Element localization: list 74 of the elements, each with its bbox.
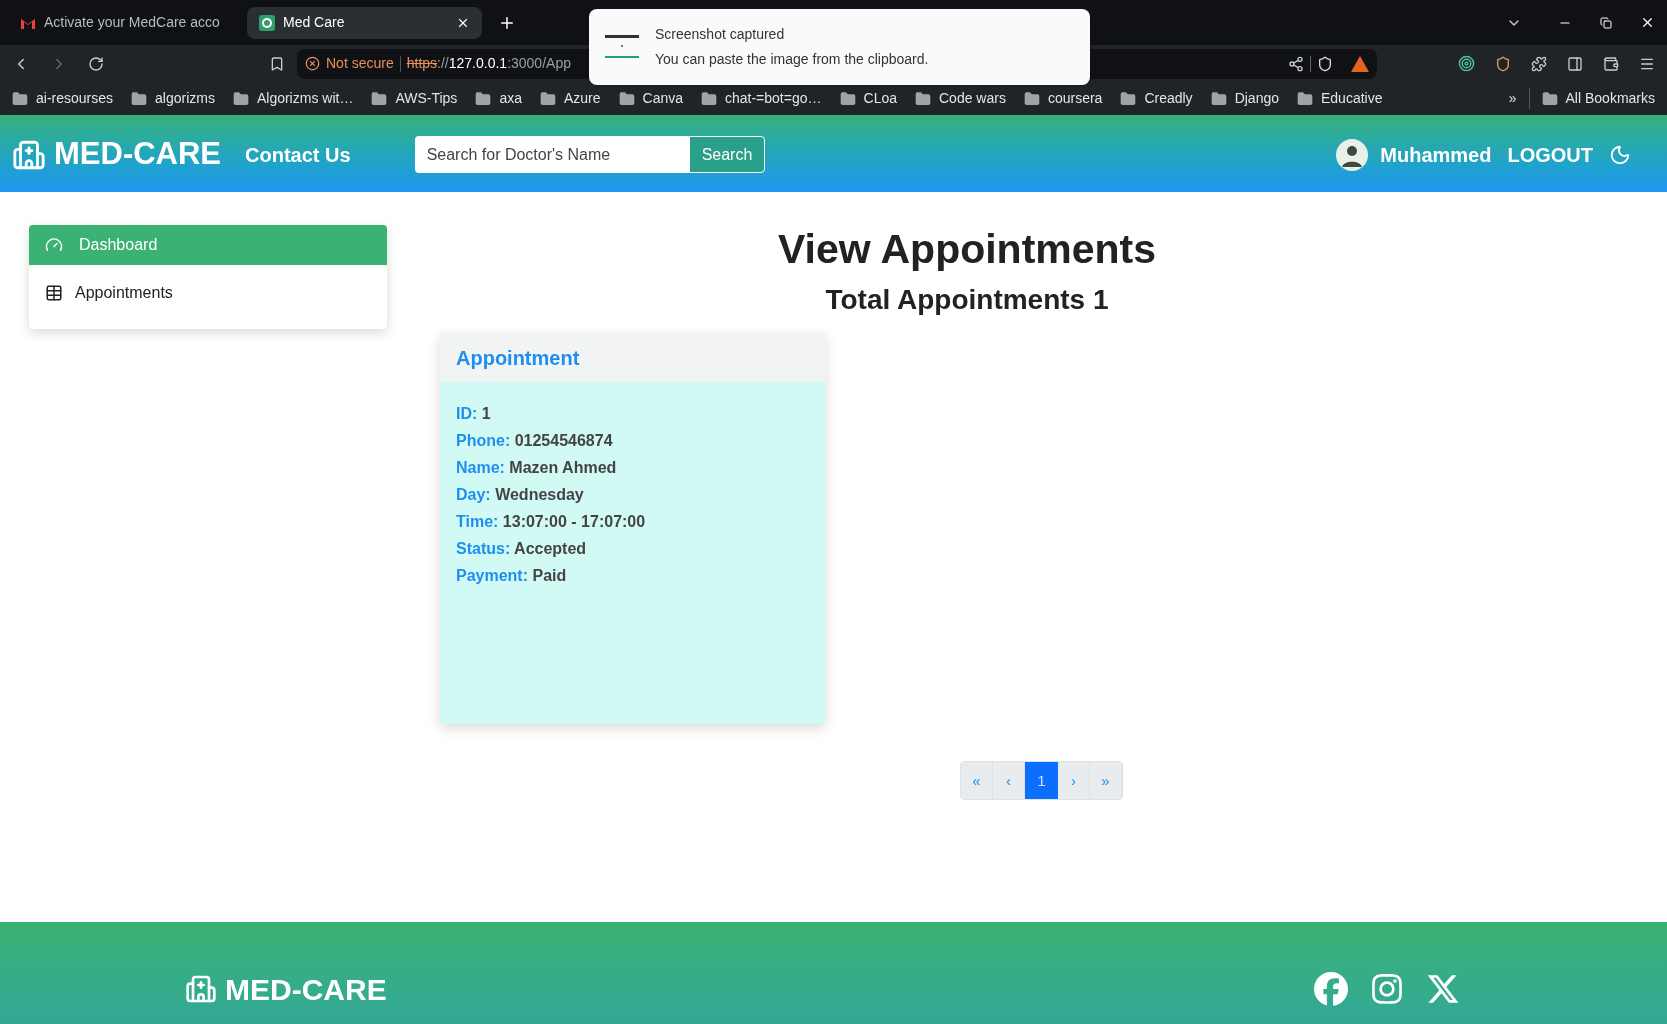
site-icon — [259, 14, 275, 31]
folder-icon — [1297, 90, 1313, 107]
bookmark-item[interactable]: ai-resourses — [12, 88, 114, 109]
folder-icon — [701, 90, 717, 107]
folder-icon — [539, 90, 556, 107]
bookmark-item[interactable]: chat-=bot=go… — [701, 88, 822, 109]
bookmark-item[interactable]: algorizms — [131, 88, 215, 109]
folder-icon — [915, 90, 931, 107]
bookmark-item[interactable]: Azure — [539, 88, 601, 109]
more-bookmarks[interactable]: » — [1508, 88, 1517, 109]
x-icon[interactable] — [1426, 972, 1460, 1006]
bookmark-item[interactable]: Django — [1210, 88, 1279, 109]
bookmark-item[interactable]: AWS-Tips — [371, 88, 458, 109]
sidebar-icon[interactable] — [1567, 55, 1583, 72]
bookmark-icon[interactable] — [269, 55, 285, 72]
screenshot-icon — [605, 35, 639, 59]
target-icon[interactable] — [1458, 55, 1475, 72]
notification-title: Screenshot captured — [655, 25, 786, 44]
folder-icon — [1541, 90, 1558, 107]
table-icon — [45, 284, 63, 302]
total-count: Total Appointments 1 — [825, 283, 1109, 318]
mail-icon — [20, 16, 36, 29]
tab-title: Activate your MedCare acco — [44, 13, 221, 32]
bookmark-item[interactable]: axa — [475, 88, 522, 109]
url-text: https://127.0.0.1:3000/App — [406, 54, 571, 73]
folder-icon — [12, 90, 28, 107]
bookmark-item[interactable]: CLoa — [839, 88, 897, 109]
wallet-icon[interactable] — [1603, 55, 1619, 72]
instagram-icon[interactable] — [1370, 972, 1404, 1006]
warning-icon — [305, 56, 320, 71]
appointment-detail: Name: Mazen Ahmed — [456, 458, 618, 479]
browser-tab[interactable]: Med Care — [247, 6, 482, 39]
appointment-detail: Day: Wednesday — [456, 485, 585, 506]
triangle-icon[interactable] — [1351, 55, 1369, 72]
appointment-detail: Phone: 01254546874 — [456, 431, 614, 452]
bookmark-item[interactable]: All Bookmarks — [1528, 88, 1655, 109]
reload-icon[interactable] — [88, 55, 104, 72]
folder-icon — [232, 90, 249, 107]
browser-tab[interactable]: Activate your MedCare acco — [8, 6, 243, 39]
appointment-detail: ID: 1 — [456, 404, 492, 425]
bookmark-item[interactable]: Algorizms wit… — [232, 88, 354, 109]
share-icon[interactable] — [1288, 55, 1304, 72]
bookmark-item[interactable]: Creadly — [1120, 88, 1193, 109]
shield-icon[interactable] — [1317, 55, 1333, 72]
bookmark-item[interactable]: Code wars — [915, 88, 1006, 109]
hospital-icon — [185, 973, 217, 1005]
page-title: View Appointments — [777, 225, 1157, 274]
folder-icon — [1023, 90, 1040, 107]
tab-title: Med Care — [283, 13, 346, 32]
search-field[interactable]: Search for Doctor's Name — [414, 136, 689, 173]
facebook-icon[interactable] — [1314, 972, 1348, 1006]
folder-icon — [618, 90, 635, 107]
appointment-detail: Time: 13:07:00 - 17:07:00 — [456, 512, 647, 533]
moon-icon[interactable] — [1609, 143, 1631, 166]
folder-icon — [131, 90, 148, 107]
notification-message: You can paste the image from the clipboard. — [655, 50, 929, 69]
avatar[interactable] — [1336, 138, 1369, 171]
restore-icon[interactable] — [1600, 16, 1612, 29]
folder-icon — [371, 90, 388, 107]
sidebar-item[interactable]: Appointments — [29, 265, 387, 321]
extensions-icon[interactable] — [1531, 55, 1547, 72]
bookmark-item[interactable]: Canva — [618, 88, 683, 109]
folder-icon — [839, 90, 856, 107]
folder-icon — [1120, 90, 1137, 107]
folder-icon — [1210, 90, 1227, 107]
gauge-icon — [45, 236, 63, 254]
bookmark-item[interactable]: Educative — [1297, 88, 1383, 109]
folder-icon — [475, 90, 492, 107]
close-icon[interactable] — [1640, 15, 1655, 30]
security-label[interactable]: Not secure — [326, 53, 394, 74]
appointment-detail: Status: Accepted — [456, 539, 588, 560]
card-title: Appointment — [456, 345, 580, 371]
bookmark-item[interactable]: coursera — [1023, 88, 1103, 109]
appointment-detail: Payment: Paid — [456, 566, 568, 587]
